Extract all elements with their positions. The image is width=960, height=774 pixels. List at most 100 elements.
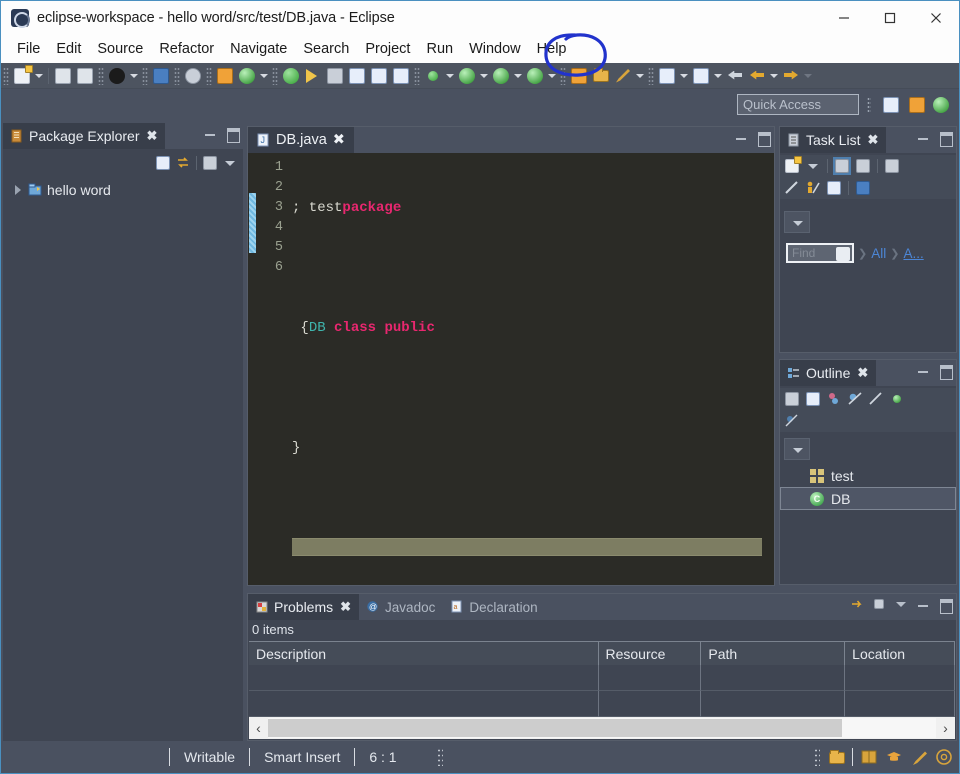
open-task-icon[interactable] bbox=[325, 66, 345, 86]
hide-static-icon[interactable] bbox=[867, 390, 885, 408]
maximize-button[interactable] bbox=[867, 1, 913, 35]
next-dropdown-arrow[interactable] bbox=[678, 66, 690, 86]
filter-link-activate[interactable]: A... bbox=[903, 246, 923, 261]
minimize-icon[interactable] bbox=[916, 130, 930, 144]
outline-tree[interactable]: test DB bbox=[780, 464, 956, 510]
forward-icon[interactable] bbox=[781, 66, 801, 86]
scroll-right-arrow[interactable]: › bbox=[936, 718, 955, 738]
toolbar-grip-9[interactable] bbox=[648, 66, 654, 85]
link-icon[interactable] bbox=[783, 412, 801, 430]
tab-problems[interactable]: Problems ✖ bbox=[248, 594, 360, 620]
menu-source[interactable]: Source bbox=[89, 38, 151, 60]
code-text[interactable]: ; testpackage {DB class public } bbox=[289, 153, 774, 585]
outline-item-db[interactable]: DB bbox=[780, 487, 956, 510]
menu-edit[interactable]: Edit bbox=[48, 38, 89, 60]
profile-dropdown-arrow[interactable] bbox=[546, 66, 558, 86]
open-folder-icon[interactable] bbox=[591, 66, 611, 86]
coverage-dropdown-arrow[interactable] bbox=[512, 66, 524, 86]
collapse-all-icon[interactable] bbox=[804, 390, 822, 408]
edit-dropdown-arrow[interactable] bbox=[634, 66, 646, 86]
column-header-resource[interactable]: Resource bbox=[598, 642, 702, 665]
new-java-class-icon[interactable] bbox=[237, 66, 257, 86]
maximize-icon[interactable] bbox=[938, 597, 953, 614]
close-icon[interactable]: ✖ bbox=[340, 599, 351, 615]
tab-db-java[interactable]: J DB.java ✖ bbox=[248, 127, 354, 153]
scrollbar-thumb[interactable] bbox=[268, 719, 843, 737]
menu-window[interactable]: Window bbox=[461, 38, 529, 60]
at-icon[interactable] bbox=[935, 748, 953, 766]
categorize-icon[interactable] bbox=[833, 157, 851, 175]
synchronize-changed-icon[interactable] bbox=[854, 179, 872, 197]
view-menu-dropdown-icon[interactable] bbox=[221, 154, 239, 172]
table-row[interactable] bbox=[249, 665, 955, 691]
book-icon[interactable] bbox=[860, 748, 878, 766]
focus-on-active-task-icon[interactable] bbox=[783, 390, 801, 408]
tab-declaration[interactable]: a Declaration bbox=[443, 594, 545, 620]
quick-access-grip[interactable] bbox=[867, 97, 871, 113]
close-icon[interactable]: ✖ bbox=[857, 365, 868, 381]
scroll-left-arrow[interactable]: ‹ bbox=[249, 718, 268, 738]
view-menu-folder-icon[interactable] bbox=[201, 154, 219, 172]
previous-annotation-icon[interactable] bbox=[691, 66, 711, 86]
menu-help[interactable]: Help bbox=[529, 38, 575, 60]
package-explorer-tree[interactable]: hello word bbox=[3, 179, 243, 741]
save-all-icon[interactable] bbox=[75, 66, 95, 86]
problems-table-body[interactable] bbox=[249, 665, 955, 717]
view-menu-dropdown-icon[interactable] bbox=[784, 211, 810, 233]
collapse-all-icon[interactable] bbox=[825, 179, 843, 197]
print-dropdown-arrow[interactable] bbox=[128, 66, 140, 86]
status-right-grip[interactable] bbox=[814, 748, 820, 766]
external-tools-icon[interactable] bbox=[391, 66, 411, 86]
profile-icon[interactable] bbox=[525, 66, 545, 86]
close-icon[interactable]: ✖ bbox=[867, 132, 878, 148]
toolbar-grip-5[interactable] bbox=[206, 66, 212, 85]
toolbar-grip[interactable] bbox=[3, 66, 9, 85]
status-grip[interactable] bbox=[436, 748, 443, 766]
table-icon[interactable] bbox=[369, 66, 389, 86]
workspace-icon[interactable] bbox=[827, 748, 845, 766]
minimize-icon[interactable] bbox=[916, 363, 930, 377]
toolbar-grip-7[interactable] bbox=[414, 66, 420, 85]
build-icon[interactable] bbox=[347, 66, 367, 86]
prev-dropdown-arrow[interactable] bbox=[712, 66, 724, 86]
toolbar-grip-6[interactable] bbox=[272, 66, 278, 85]
new-wizard-icon[interactable] bbox=[12, 64, 33, 86]
save-icon[interactable] bbox=[53, 66, 73, 86]
link-with-editor-icon[interactable] bbox=[174, 154, 192, 172]
menu-run[interactable]: Run bbox=[418, 38, 461, 60]
quick-access-input[interactable]: Quick Access bbox=[737, 94, 859, 115]
menu-project[interactable]: Project bbox=[357, 38, 418, 60]
collapse-all-icon[interactable] bbox=[154, 154, 172, 172]
tab-javadoc[interactable]: @ Javadoc bbox=[359, 594, 443, 620]
sort-icon[interactable] bbox=[825, 390, 843, 408]
tree-item-hello-word[interactable]: hello word bbox=[3, 179, 243, 201]
maximize-icon[interactable] bbox=[225, 126, 240, 143]
backward-history-icon[interactable] bbox=[747, 66, 767, 86]
maximize-icon[interactable] bbox=[756, 130, 771, 147]
search-icon[interactable] bbox=[303, 66, 323, 86]
tab-outline[interactable]: Outline ✖ bbox=[780, 360, 877, 386]
open-type-icon[interactable] bbox=[281, 66, 301, 86]
menu-refactor[interactable]: Refactor bbox=[151, 38, 222, 60]
print-preview-icon[interactable] bbox=[107, 66, 127, 86]
back-icon[interactable] bbox=[725, 66, 745, 86]
edit-icon[interactable] bbox=[613, 66, 633, 86]
find-input[interactable]: Find bbox=[786, 243, 854, 263]
run-dropdown-arrow[interactable] bbox=[478, 66, 490, 86]
scrollbar-track[interactable] bbox=[268, 718, 936, 738]
filter-link-all[interactable]: All bbox=[871, 246, 886, 261]
view-filters-icon[interactable] bbox=[872, 597, 886, 611]
maximize-icon[interactable] bbox=[938, 130, 953, 147]
minimize-icon[interactable] bbox=[916, 597, 930, 611]
maximize-icon[interactable] bbox=[938, 363, 953, 380]
toggle-breadcrumb-icon[interactable] bbox=[151, 66, 171, 86]
search-clear-icon[interactable] bbox=[836, 247, 850, 261]
tab-package-explorer[interactable]: Package Explorer ✖ bbox=[3, 123, 166, 149]
tab-task-list[interactable]: Task List ✖ bbox=[780, 127, 887, 153]
horizontal-scrollbar[interactable]: ‹ › bbox=[249, 717, 955, 739]
restore-tasks-icon[interactable] bbox=[883, 157, 901, 175]
open-perspective-icon[interactable] bbox=[881, 95, 901, 115]
focus-on-selection-icon[interactable] bbox=[850, 597, 864, 611]
close-icon[interactable]: ✖ bbox=[333, 132, 345, 148]
chevron-right-icon[interactable] bbox=[13, 185, 23, 195]
